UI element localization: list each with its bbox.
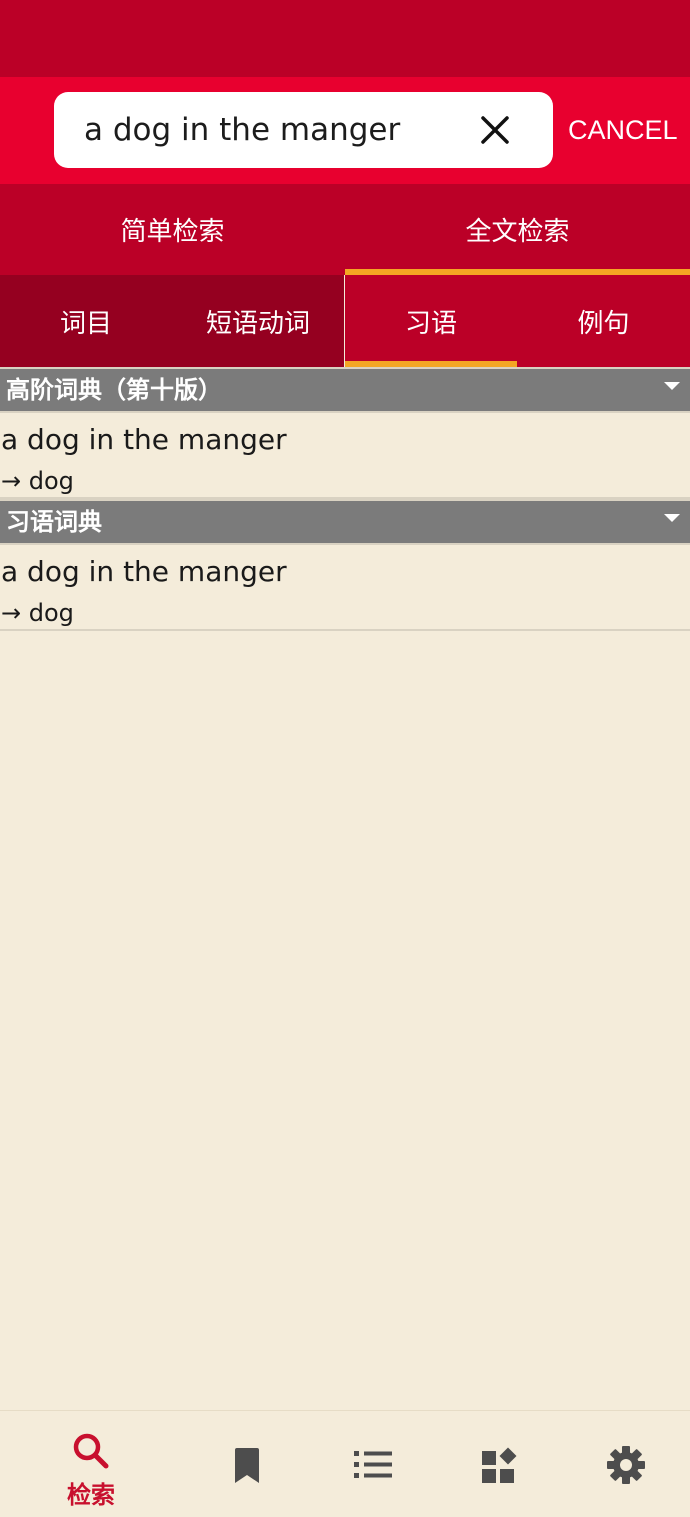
tab-fulltext-search[interactable]: 全文检索 [345,184,690,275]
bottom-navigation: 检索 [0,1410,690,1517]
section-header[interactable]: 高阶词典（第十版） [0,367,690,413]
tab-label: 短语动词 [205,308,310,339]
cancel-button[interactable]: CANCEL [568,77,690,184]
close-icon[interactable] [477,112,513,148]
tab-label: 全文检索 [465,217,570,247]
tab-label: 习语 [404,308,457,339]
nav-search[interactable]: 检索 [22,1411,160,1517]
bookmark-icon [235,1448,259,1483]
nav-bookmarks[interactable] [178,1411,316,1517]
dropdown-arrow-icon [664,382,680,390]
dropdown-arrow-icon [664,514,680,522]
tab-label: 词目 [59,308,112,339]
widgets-icon [482,1447,517,1483]
tab-examples[interactable]: 例句 [517,275,690,367]
results-list: 高阶词典（第十版） a dog in the manger → dog 习语词典… [0,367,690,631]
list-icon [354,1451,392,1478]
entry-title: a dog in the manger [1,555,287,588]
search-mode-tabs: 简单检索 全文检索 [0,184,690,275]
entry-reference: → dog [1,467,74,495]
tab-label: 例句 [577,308,630,339]
section-header[interactable]: 习语词典 [0,499,690,545]
search-icon [73,1433,109,1469]
search-box [54,92,553,168]
result-entry[interactable]: a dog in the manger → dog [0,545,690,631]
search-input[interactable] [84,92,464,168]
tab-phrasal-verbs[interactable]: 短语动词 [172,275,344,367]
tab-label: 简单检索 [120,217,225,247]
nav-settings[interactable] [557,1411,690,1517]
nav-widgets[interactable] [431,1411,569,1517]
nav-history[interactable] [304,1411,442,1517]
search-bar: CANCEL [0,77,690,184]
status-bar [0,0,690,77]
settings-icon [607,1446,645,1484]
entry-reference: → dog [1,599,74,627]
result-entry[interactable]: a dog in the manger → dog [0,413,690,499]
section-title: 习语词典 [6,508,102,536]
category-tabs: 词目 短语动词 习语 例句 [0,275,690,367]
tab-simple-search[interactable]: 简单检索 [0,184,345,275]
entry-title: a dog in the manger [1,423,287,456]
nav-label: 检索 [67,1481,115,1509]
tab-headwords[interactable]: 词目 [0,275,172,367]
tab-idioms[interactable]: 习语 [345,275,517,367]
section-title: 高阶词典（第十版） [6,376,222,404]
